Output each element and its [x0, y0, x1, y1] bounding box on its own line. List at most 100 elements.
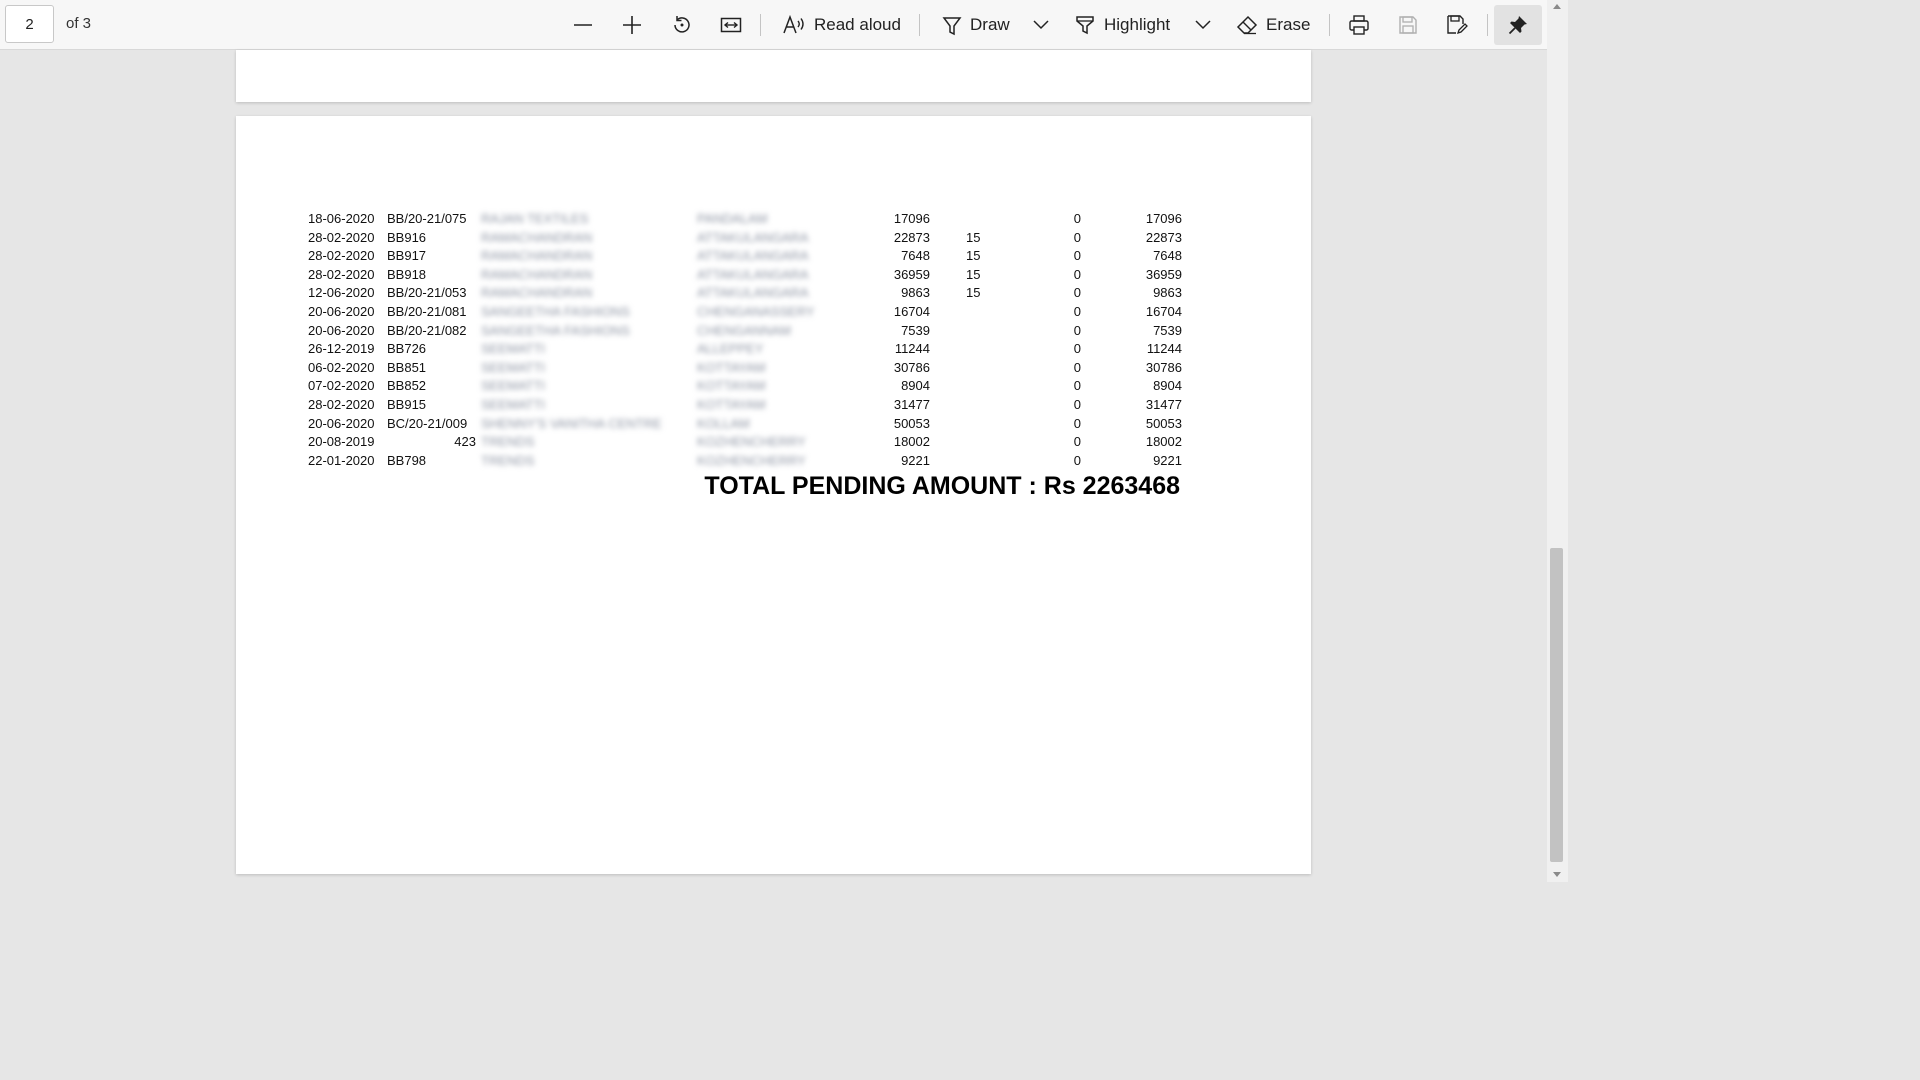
- cell-place: CHENGANNAM: [697, 322, 791, 338]
- cell-bill: BB/20-21/081: [387, 303, 467, 319]
- cell-bill: BB918: [387, 266, 427, 282]
- cell-place: ATTAKULANGARA: [697, 285, 809, 301]
- cell-amount: 22873: [893, 229, 930, 245]
- highlight-label: Highlight: [1104, 15, 1171, 34]
- cell-received: 0: [1073, 452, 1081, 468]
- cell-days: 15: [966, 285, 981, 301]
- cell-bill: BB/20-21/075: [387, 211, 467, 226]
- highlight-options-button[interactable]: [1188, 5, 1218, 45]
- cell-amount: 36959: [893, 266, 930, 282]
- cell-place: ATTAKULANGARA: [697, 229, 809, 245]
- read-aloud-button[interactable]: Read aloud: [776, 5, 906, 45]
- cell-place: KOLLAM: [697, 415, 750, 431]
- cell-balance: 50053: [1145, 415, 1182, 431]
- read-aloud-label: Read aloud: [814, 15, 901, 34]
- cell-date: 28-02-2020: [308, 266, 375, 282]
- erase-icon: [1236, 15, 1258, 35]
- page-count-label: of 3: [66, 15, 92, 32]
- total-pending-amount: TOTAL PENDING AMOUNT : Rs 2263468: [704, 472, 1180, 500]
- cell-place: KOTTAYAM: [697, 378, 766, 394]
- pdf-page: 18-06-2020 BB/20-21/075 RAJAN TEXTILES PAND…: [236, 116, 1311, 874]
- toolbar-divider: [1487, 14, 1488, 36]
- cell-received: 0: [1073, 415, 1081, 431]
- fit-page-button[interactable]: [711, 5, 751, 45]
- rotate-icon: [674, 16, 690, 33]
- cell-balance: 22873: [1145, 229, 1182, 245]
- toolbar-divider: [760, 14, 761, 36]
- save-as-icon: [1447, 15, 1468, 35]
- table-row: 07-02-2020 BB852 SEEMATTI KOTTAYAM 8904 0 8904: [236, 377, 1311, 396]
- cell-place: ATTAKULANGARA: [697, 248, 809, 264]
- cell-amount: 7539: [901, 322, 930, 338]
- print-button[interactable]: [1339, 5, 1379, 45]
- cell-date: 18-06-2020: [308, 211, 375, 226]
- cell-place: KOTTAYAM: [697, 396, 766, 412]
- cell-name: TRENDS: [481, 452, 535, 468]
- table-row: 28-02-2020 BB918 RAMACHANDRAN ATTAKULANGARA…: [236, 266, 1311, 285]
- cell-bill: BC/20-21/009: [387, 415, 468, 431]
- draw-button[interactable]: Draw: [936, 5, 1022, 45]
- cell-balance: 9863: [1153, 285, 1182, 301]
- fit-width-icon: [720, 17, 742, 33]
- table-row: 20-06-2020 BB/20-21/082 SANGEETHA FASHIONS…: [236, 322, 1311, 341]
- cell-bill: 423: [454, 434, 476, 450]
- cell-place: CHENGANASSERY: [697, 303, 815, 319]
- cell-name: SEEMATTI: [481, 396, 546, 412]
- chevron-down-icon: [1033, 20, 1049, 30]
- zoom-out-button[interactable]: [563, 5, 603, 45]
- cell-bill: BB917: [387, 248, 427, 264]
- draw-label: Draw: [970, 15, 1010, 34]
- pin-toolbar-button[interactable]: [1494, 5, 1542, 45]
- cell-place: KOTTAYAM: [697, 359, 766, 375]
- cell-date: 12-06-2020: [308, 285, 375, 301]
- read-aloud-icon: [783, 14, 804, 34]
- cell-bill: BB/20-21/053: [387, 285, 467, 301]
- cell-received: 0: [1073, 303, 1081, 319]
- scroll-up-arrow[interactable]: [1553, 4, 1561, 9]
- scroll-thumb[interactable]: [1550, 548, 1563, 862]
- zoom-in-icon: [623, 16, 641, 34]
- cell-amount: 9221: [901, 452, 930, 468]
- cell-name: SEEMATTI: [481, 341, 546, 357]
- cell-name: SHENNY'S VANITHA CENTRE: [481, 415, 662, 431]
- cell-received: 0: [1073, 285, 1081, 301]
- save-as-button[interactable]: [1437, 5, 1477, 45]
- cell-balance: 36959: [1145, 266, 1182, 282]
- vertical-scrollbar[interactable]: [1547, 0, 1568, 882]
- cell-received: 0: [1073, 378, 1081, 394]
- cell-place: ATTAKULANGARA: [697, 266, 809, 282]
- cell-days: 15: [966, 229, 981, 245]
- cell-name: TRENDS: [481, 434, 535, 450]
- cell-date: 06-02-2020: [308, 359, 375, 375]
- cell-place: KOZHENCHERRY: [697, 452, 806, 468]
- highlight-button[interactable]: Highlight: [1068, 5, 1180, 45]
- cell-balance: 17096: [1145, 211, 1182, 226]
- cell-balance: 8904: [1153, 378, 1182, 394]
- page-number-input[interactable]: [5, 5, 54, 43]
- cell-date: 07-02-2020: [308, 378, 375, 394]
- cell-amount: 17096: [893, 211, 930, 226]
- toolbar-divider: [919, 14, 920, 36]
- table-row: 28-02-2020 BB915 SEEMATTI KOTTAYAM 31477 0 314…: [236, 396, 1311, 415]
- save-button[interactable]: [1388, 5, 1428, 45]
- cell-name: SEEMATTI: [481, 359, 546, 375]
- cell-name: RAMACHANDRAN: [481, 266, 593, 282]
- cell-name: RAJAN TEXTILES: [481, 211, 589, 226]
- erase-button[interactable]: Erase: [1230, 5, 1316, 45]
- table-row: 20-06-2020 BB/20-21/081 SANGEETHA FASHIONS…: [236, 303, 1311, 322]
- table-row: 12-06-2020 BB/20-21/053 RAMACHANDRAN ATTAKU…: [236, 284, 1311, 303]
- zoom-in-button[interactable]: [612, 5, 652, 45]
- table-row: 06-02-2020 BB851 SEEMATTI KOTTAYAM 30786 0 307…: [236, 359, 1311, 378]
- table-row: 18-06-2020 BB/20-21/075 RAJAN TEXTILES PAND…: [236, 210, 1311, 229]
- cell-date: 28-02-2020: [308, 248, 375, 264]
- cell-bill: BB851: [387, 359, 427, 375]
- cell-name: RAMACHANDRAN: [481, 248, 593, 264]
- rotate-button[interactable]: [662, 5, 702, 45]
- previous-page: [236, 50, 1311, 102]
- draw-icon: [942, 17, 962, 36]
- draw-options-button[interactable]: [1026, 5, 1056, 45]
- cell-balance: 16704: [1145, 303, 1182, 319]
- cell-name: SEEMATTI: [481, 378, 546, 394]
- table-row: 20-06-2020 BC/20-21/009 SHENNY'S VANITHA C…: [236, 415, 1311, 434]
- scroll-down-arrow[interactable]: [1553, 872, 1561, 877]
